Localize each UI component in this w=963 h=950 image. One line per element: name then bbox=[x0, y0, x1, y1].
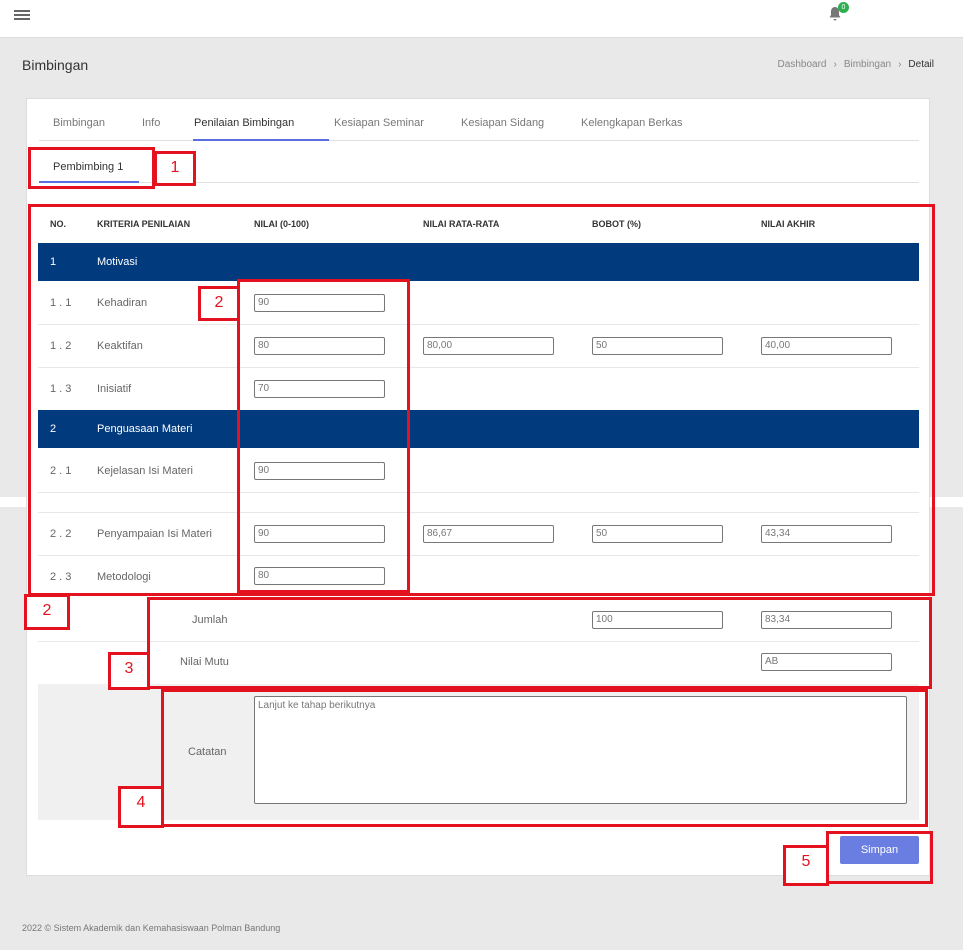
annotation-box-1 bbox=[28, 147, 155, 189]
breadcrumb-bimbingan[interactable]: Bimbingan bbox=[844, 59, 891, 70]
annotation-label-2: 2 bbox=[198, 286, 240, 321]
tab-kesiapan-seminar[interactable]: Kesiapan Seminar bbox=[334, 117, 424, 129]
page-title: Bimbingan bbox=[22, 57, 89, 73]
hamburger-menu-icon[interactable] bbox=[14, 8, 30, 24]
annotation-box-table bbox=[28, 204, 935, 596]
annotation-box-2 bbox=[237, 279, 410, 593]
tab-kesiapan-sidang[interactable]: Kesiapan Sidang bbox=[461, 117, 544, 129]
footer-text: 2022 © Sistem Akademik dan Kemahasiswaan… bbox=[22, 923, 281, 933]
tab-kelengkapan-berkas[interactable]: Kelengkapan Berkas bbox=[581, 117, 683, 129]
notification-badge: 0 bbox=[838, 2, 849, 13]
annotation-label-4: 4 bbox=[118, 786, 164, 828]
annotation-label-5: 5 bbox=[783, 845, 829, 886]
tab-bar: Bimbingan Info Penilaian Bimbingan Kesia… bbox=[39, 99, 919, 141]
tab-bimbingan[interactable]: Bimbingan bbox=[53, 117, 105, 129]
annotation-label-1: 1 bbox=[154, 151, 196, 186]
annotation-box-4 bbox=[161, 689, 928, 827]
annotation-box-5 bbox=[826, 831, 933, 884]
top-bar: 0 bbox=[0, 0, 963, 38]
breadcrumb-detail: Detail bbox=[908, 59, 934, 70]
tab-info[interactable]: Info bbox=[142, 117, 160, 129]
tab-penilaian-bimbingan[interactable]: Penilaian Bimbingan bbox=[194, 117, 294, 129]
annotation-box-3 bbox=[147, 597, 932, 689]
breadcrumb: Dashboard › Bimbingan › Detail bbox=[777, 59, 934, 70]
breadcrumb-dashboard[interactable]: Dashboard bbox=[778, 59, 827, 70]
annotation-label-3: 3 bbox=[108, 652, 150, 690]
annotation-label-2b: 2 bbox=[24, 594, 70, 630]
